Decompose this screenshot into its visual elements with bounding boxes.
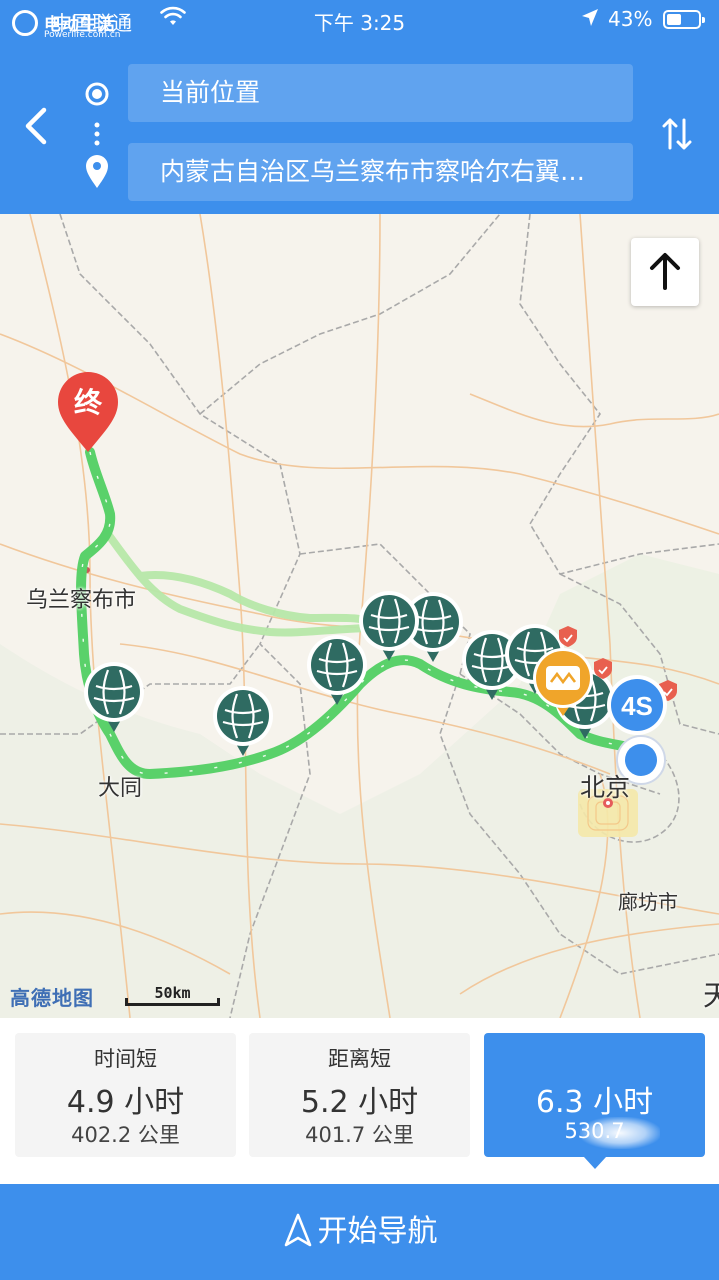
route-option-distance: 401.7 公里 (305, 1123, 414, 1147)
destination-field[interactable]: 内蒙古自治区乌兰察布市察哈尔右翼… (128, 143, 633, 201)
start-navigation-label: 开始导航 (317, 1214, 438, 1249)
battery-icon (663, 10, 705, 29)
dealer-4s-icon[interactable]: 4S (607, 675, 667, 735)
route-header: 中国联通 下午 3:25 43% 电动生活 Powerlife.com.cn 当… (0, 0, 719, 214)
route-option-shortest[interactable]: 距离短 5.2 小时 401.7 公里 (249, 1033, 470, 1157)
navigation-arrow-icon (284, 1213, 311, 1246)
dealer-4s-label: 4S (621, 691, 653, 721)
map-provider-logo: 高德地图 (10, 986, 94, 1010)
battery-percent: 43% (608, 7, 653, 31)
route-option-time: 6.3 小时 (535, 1085, 654, 1120)
route-option-time: 5.2 小时 (300, 1085, 419, 1120)
route-options: 时间短 4.9 小时 402.2 公里 距离短 5.2 小时 401.7 公里 … (0, 1018, 719, 1184)
city-label-edge: 天 (703, 979, 719, 1012)
map-view[interactable]: 终 4S 乌兰察布市 大同 北京 廊坊市 天 高德地图 50km (0, 214, 719, 1018)
watermark-url: Powerlife.com.cn (44, 30, 121, 40)
route-option-selected[interactable]: 6.3 小时 530.7 (484, 1033, 705, 1169)
city-label-ulanqab: 乌兰察布市 (26, 588, 137, 613)
start-location-field[interactable]: 当前位置 (128, 64, 633, 122)
start-navigation-button[interactable]: 开始导航 (0, 1184, 719, 1280)
end-marker-label: 终 (74, 387, 103, 418)
back-button[interactable] (16, 104, 56, 148)
location-services-icon (582, 9, 598, 26)
arrow-up-icon (650, 253, 680, 290)
route-option-fastest[interactable]: 时间短 4.9 小时 402.2 公里 (15, 1033, 236, 1157)
route-endpoints-icon (85, 82, 109, 188)
watermark-logo: 电动生活 Powerlife.com.cn (12, 8, 132, 40)
city-label-beijing: 北京 (580, 773, 631, 802)
map-canvas[interactable]: 终 4S (0, 214, 719, 1018)
compass-button[interactable] (631, 238, 699, 306)
city-label-langfang: 廊坊市 (618, 890, 678, 914)
map-scale: 50km (125, 984, 220, 1006)
city-label-datong: 大同 (98, 776, 143, 801)
route-option-label: 时间短 (94, 1047, 157, 1071)
swap-route-button[interactable] (660, 114, 694, 154)
route-option-time: 4.9 小时 (66, 1085, 185, 1120)
route-option-label: 距离短 (328, 1047, 391, 1071)
route-option-distance: 402.2 公里 (71, 1123, 180, 1147)
